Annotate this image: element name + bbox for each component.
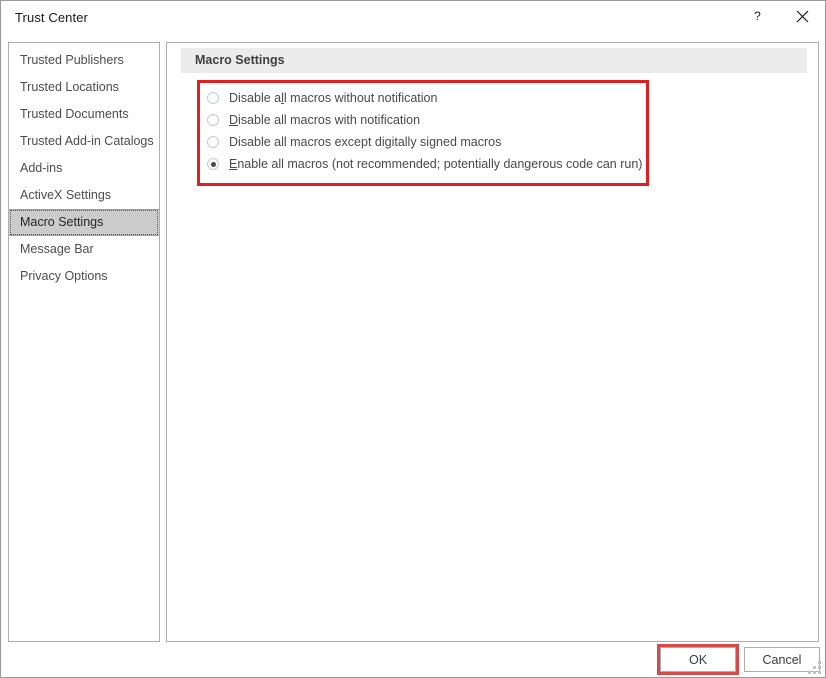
- radio-button-icon[interactable]: [207, 136, 219, 148]
- radio-option-disable-all-without-notification[interactable]: Disable all macros without notification: [207, 87, 627, 109]
- radio-option-label: Disable all macros except digitally sign…: [229, 135, 502, 149]
- help-question-icon[interactable]: ?: [735, 1, 780, 32]
- radio-option-disable-all-with-notification[interactable]: Disable all macros with notification: [207, 109, 627, 131]
- sidebar-item-macro-settings[interactable]: Macro Settings: [9, 209, 159, 236]
- sidebar-item-trusted-locations[interactable]: Trusted Locations: [9, 74, 159, 101]
- radio-button-icon[interactable]: [207, 114, 219, 126]
- close-icon[interactable]: [780, 1, 825, 32]
- radio-option-label: Disable all macros without notification: [229, 91, 438, 105]
- radio-option-label: Enable all macros (not recommended; pote…: [229, 157, 643, 171]
- settings-panel: Macro Settings Disable all macros withou…: [166, 42, 819, 642]
- macro-settings-radio-group: Disable all macros without notification …: [207, 87, 642, 175]
- svg-text:?: ?: [754, 10, 761, 23]
- window-controls: ?: [735, 1, 825, 37]
- category-sidebar: Trusted Publishers Trusted Locations Tru…: [8, 42, 160, 642]
- section-title: Macro Settings: [181, 48, 807, 73]
- sidebar-item-trusted-documents[interactable]: Trusted Documents: [9, 101, 159, 128]
- radio-button-icon-selected[interactable]: [207, 158, 219, 170]
- sidebar-item-message-bar[interactable]: Message Bar: [9, 236, 159, 263]
- sidebar-item-activex-settings[interactable]: ActiveX Settings: [9, 182, 159, 209]
- radio-option-enable-all-macros[interactable]: Enable all macros (not recommended; pote…: [207, 153, 642, 175]
- sidebar-item-trusted-publishers[interactable]: Trusted Publishers: [9, 47, 159, 74]
- radio-option-label: Disable all macros with notification: [229, 113, 421, 127]
- ok-button[interactable]: OK: [660, 647, 736, 672]
- window-title: Trust Center: [15, 10, 88, 25]
- title-bar: Trust Center ?: [1, 1, 825, 37]
- sidebar-item-privacy-options[interactable]: Privacy Options: [9, 263, 159, 290]
- resize-grip[interactable]: [808, 661, 822, 674]
- radio-button-icon[interactable]: [207, 92, 219, 104]
- trust-center-dialog: Trust Center ? Trusted Publishers Truste…: [0, 0, 826, 678]
- sidebar-item-add-ins[interactable]: Add-ins: [9, 155, 159, 182]
- radio-option-disable-except-signed[interactable]: Disable all macros except digitally sign…: [207, 131, 627, 153]
- sidebar-item-trusted-add-in-catalogs[interactable]: Trusted Add-in Catalogs: [9, 128, 159, 155]
